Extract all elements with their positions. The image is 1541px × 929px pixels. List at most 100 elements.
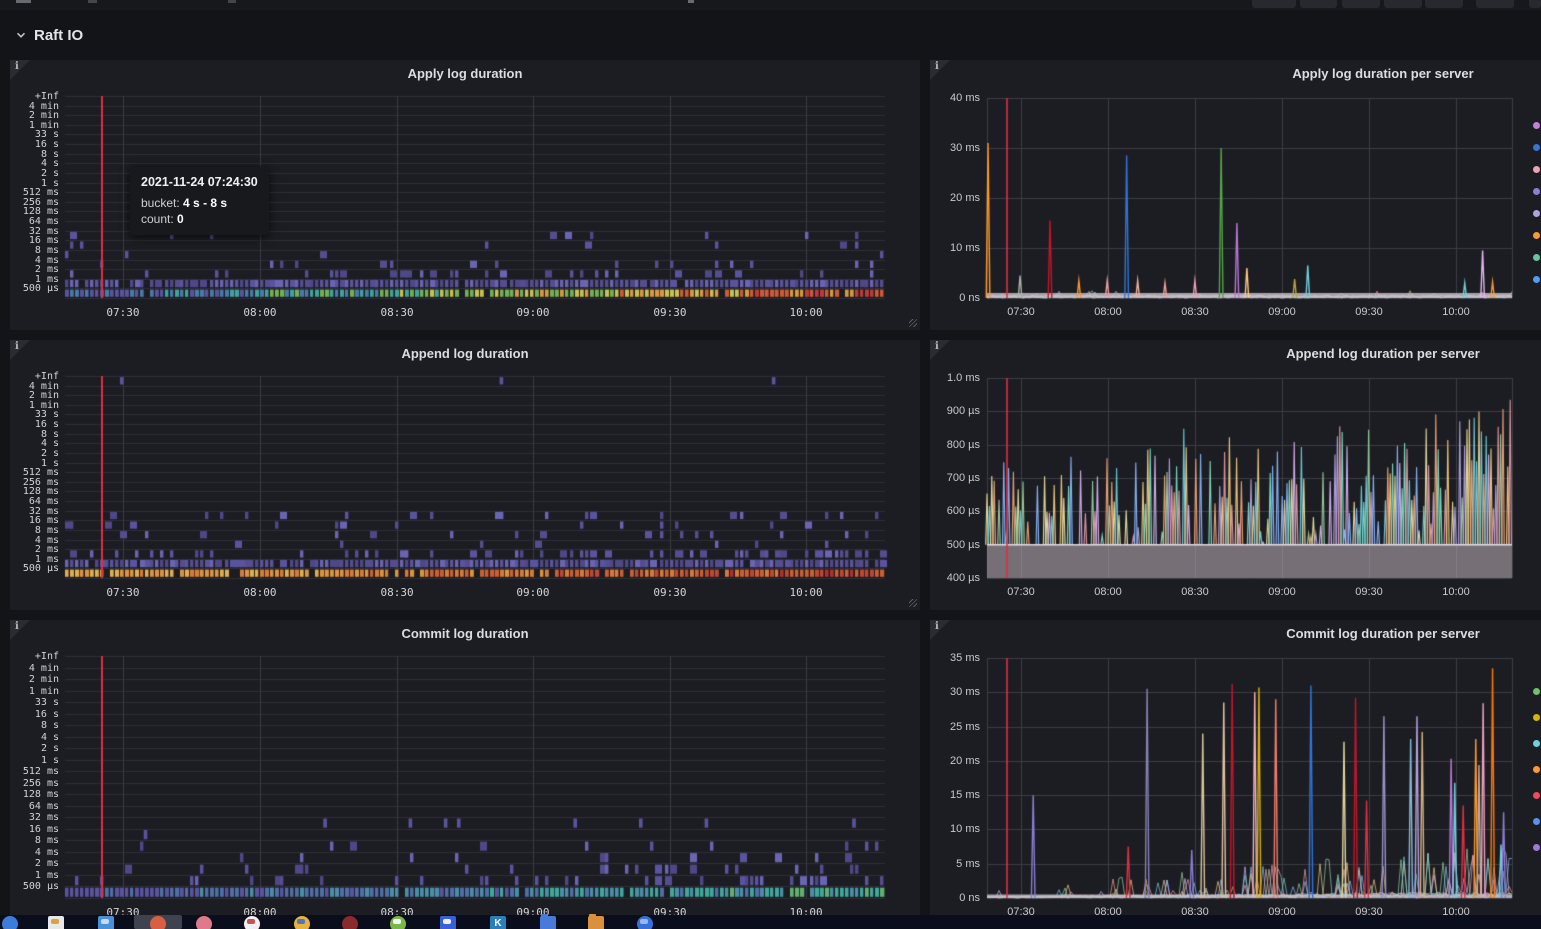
legend-series-dot[interactable] — [1533, 688, 1540, 695]
navbar-button[interactable] — [1252, 0, 1296, 8]
chart-canvas-apply-per-server[interactable] — [930, 60, 1541, 330]
heatmap-y-label: 500 µs — [12, 881, 59, 892]
row-title: Raft IO — [34, 27, 83, 44]
heatmap-y-label: 8 ms — [12, 835, 59, 846]
green-app-icon-accent — [393, 919, 401, 924]
legend-series-dot[interactable] — [1533, 844, 1540, 851]
x-axis-label: 08:00 — [232, 306, 288, 319]
blue-folder-icon[interactable] — [540, 916, 556, 929]
text-editor-icon[interactable] — [48, 916, 64, 929]
line-y-label: 1.0 ms — [932, 372, 980, 384]
video-player-icon[interactable] — [440, 916, 456, 929]
blue-browser-icon[interactable] — [2, 916, 18, 929]
chart-canvas-commit-per-server[interactable] — [930, 620, 1541, 929]
line-y-label: 10 ms — [932, 823, 980, 835]
legend-series-dot[interactable] — [1533, 166, 1540, 173]
panel-resize-handle[interactable] — [909, 599, 917, 607]
navbar-button[interactable] — [1384, 0, 1422, 8]
line-y-label: 700 µs — [932, 472, 980, 484]
line-y-label: 5 ms — [932, 858, 980, 870]
browser-swirl-icon[interactable] — [294, 916, 310, 929]
header-remnant — [688, 0, 694, 3]
x-axis-label: 08:30 — [1167, 586, 1223, 598]
navbar-button[interactable] — [1529, 0, 1541, 8]
kdenlive-icon[interactable]: K — [490, 916, 506, 929]
heatmap-y-label: 2 ms — [12, 858, 59, 869]
line-y-label: 10 ms — [932, 242, 980, 254]
heatmap-y-label: 500 µs — [12, 563, 59, 574]
heatmap-y-label: 16 s — [12, 709, 59, 720]
x-axis-label: 09:30 — [1341, 586, 1397, 598]
media-player-icon-accent — [247, 919, 255, 924]
heatmap-y-label: 4 min — [12, 663, 59, 674]
legend-series-dot[interactable] — [1533, 122, 1540, 129]
heatmap-y-label: +Inf — [12, 651, 59, 662]
tooltip-bucket-row: bucket: 4 s - 8 s — [141, 195, 258, 211]
x-axis-label: 08:00 — [232, 586, 288, 599]
x-axis-label: 08:00 — [1080, 586, 1136, 598]
globe-icon-accent — [640, 919, 648, 924]
media-player-icon[interactable] — [244, 916, 260, 929]
line-y-label: 0 ns — [932, 892, 980, 904]
text-editor-icon-accent — [51, 919, 59, 924]
line-y-label: 25 ms — [932, 721, 980, 733]
browser-swirl-icon-accent — [297, 919, 305, 924]
legend-series-dot[interactable] — [1533, 232, 1540, 239]
legend-series-dot[interactable] — [1533, 144, 1540, 151]
dark-red-app-icon[interactable] — [342, 916, 358, 929]
heatmap-y-label: 33 s — [12, 697, 59, 708]
x-axis-label: 10:00 — [778, 306, 834, 319]
legend-series-dot[interactable] — [1533, 714, 1540, 721]
x-axis-label: 07:30 — [95, 306, 151, 319]
heatmap-tooltip: 2021-11-24 07:24:30 bucket: 4 s - 8 s co… — [130, 167, 269, 235]
x-axis-label: 08:30 — [369, 306, 425, 319]
heatmap-y-label: 32 ms — [12, 812, 59, 823]
legend-series-dot[interactable] — [1533, 740, 1540, 747]
heatmap-y-label: 500 µs — [12, 283, 59, 294]
legend-series-dot[interactable] — [1533, 766, 1540, 773]
chart-canvas-append-per-server[interactable] — [930, 340, 1541, 610]
panel-commit-per-server: iCommit log duration per server0 ns5 ms1… — [930, 620, 1541, 929]
panel-append-heatmap: iAppend log duration+Inf4 min2 min1 min3… — [10, 340, 920, 610]
navbar-button[interactable] — [1425, 0, 1463, 8]
legend-series-dot[interactable] — [1533, 188, 1540, 195]
line-y-label: 0 ns — [932, 292, 980, 304]
orange-folder-icon[interactable] — [588, 916, 604, 929]
pink-app-icon[interactable] — [196, 916, 212, 929]
tooltip-count-row: count: 0 — [141, 211, 258, 227]
x-axis-label: 09:00 — [505, 586, 561, 599]
line-y-label: 900 µs — [932, 405, 980, 417]
navbar-button[interactable] — [1300, 0, 1337, 8]
panel-resize-handle[interactable] — [909, 319, 917, 327]
legend-series-dot[interactable] — [1533, 254, 1540, 261]
chart-canvas-commit-heatmap[interactable] — [10, 620, 920, 929]
x-axis-label: 10:00 — [778, 586, 834, 599]
x-axis-label: 10:00 — [1428, 586, 1484, 598]
grafana-dashboard: Raft IO iApply log duration+Inf4 min2 mi… — [0, 0, 1541, 929]
navbar-button[interactable] — [1476, 0, 1514, 8]
heatmap-y-label: 1 ms — [12, 870, 59, 881]
x-axis-label: 10:00 — [1428, 306, 1484, 318]
line-y-label: 800 µs — [932, 439, 980, 451]
x-axis-label: 09:00 — [505, 306, 561, 319]
globe-icon[interactable] — [637, 916, 653, 929]
navbar-button[interactable] — [1342, 0, 1380, 8]
chart-canvas-append-heatmap[interactable] — [10, 340, 920, 610]
line-y-label: 600 µs — [932, 505, 980, 517]
legend-series-dot[interactable] — [1533, 792, 1540, 799]
green-app-icon[interactable] — [390, 916, 406, 929]
folder-tab — [541, 914, 548, 917]
line-y-label: 500 µs — [932, 539, 980, 551]
window-manager-icon[interactable] — [98, 916, 114, 929]
line-y-label: 20 ms — [932, 755, 980, 767]
legend-series-dot[interactable] — [1533, 276, 1540, 283]
line-y-label: 35 ms — [932, 652, 980, 664]
heatmap-y-label: 4 ms — [12, 847, 59, 858]
legend-series-dot[interactable] — [1533, 818, 1540, 825]
row-header-raft-io[interactable]: Raft IO — [14, 24, 83, 46]
heatmap-y-label: 8 s — [12, 720, 59, 731]
legend-series-dot[interactable] — [1533, 210, 1540, 217]
line-y-label: 20 ms — [932, 192, 980, 204]
taskbar: K — [0, 915, 1541, 929]
recorder-icon[interactable] — [150, 916, 166, 929]
